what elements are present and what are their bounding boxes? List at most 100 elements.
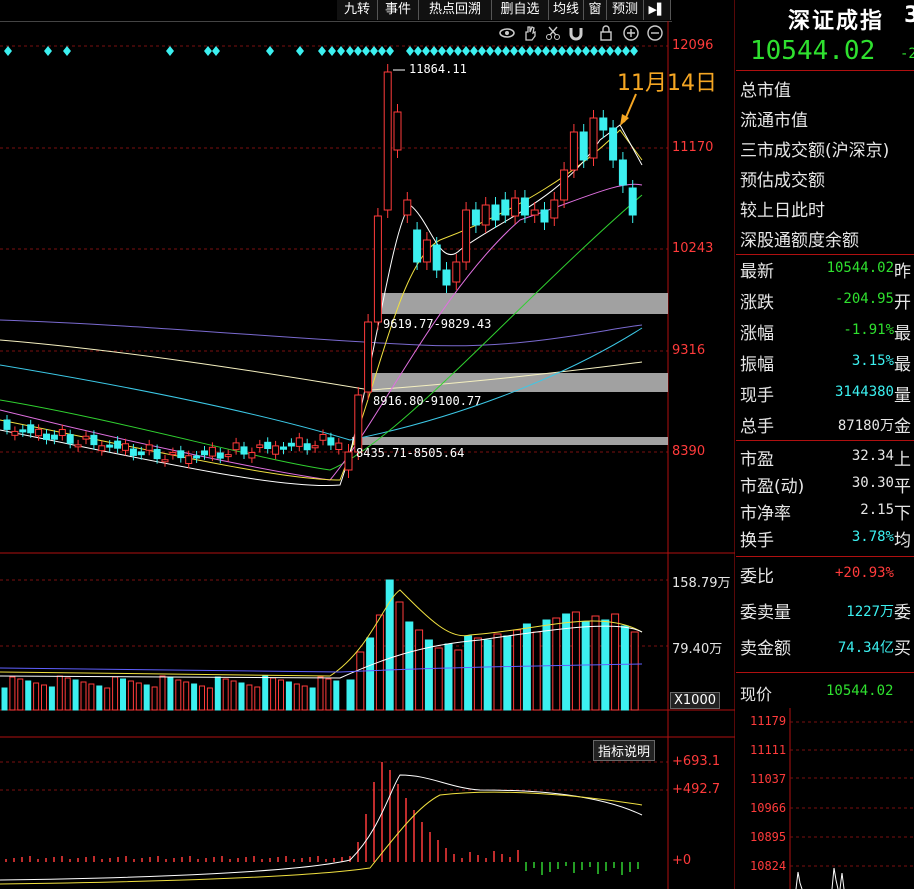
quote-row: 涨跌 -204.95 开 bbox=[740, 288, 914, 318]
valuation-value: 32.34 bbox=[851, 448, 894, 464]
volume-bar bbox=[33, 682, 40, 711]
index-change-fragment: -2 bbox=[900, 46, 914, 62]
candle-body bbox=[618, 159, 627, 186]
signal-diamond bbox=[622, 46, 630, 56]
volume-bar bbox=[175, 679, 182, 711]
candle-body bbox=[66, 434, 74, 444]
signal-diamond bbox=[550, 46, 558, 56]
signal-diamond bbox=[362, 46, 370, 56]
info-row-connect-quota: 深股通额度余额 bbox=[740, 231, 859, 251]
candle-body bbox=[432, 244, 441, 271]
macd-dif-line bbox=[0, 774, 643, 881]
volume-bar bbox=[1, 687, 8, 711]
signal-diamond bbox=[494, 46, 502, 56]
quote-tail: 最 bbox=[894, 355, 911, 375]
quote-row: 振幅 3.15% 最 bbox=[740, 350, 914, 380]
volume-bar bbox=[415, 629, 424, 711]
signal-diamond bbox=[266, 46, 274, 56]
candle-body bbox=[589, 117, 598, 159]
quote-label: 总手 bbox=[740, 417, 774, 437]
signal-diamond bbox=[478, 46, 486, 56]
signal-diamond bbox=[318, 46, 326, 56]
order-tail: 委 bbox=[894, 603, 911, 623]
signal-diamond bbox=[438, 46, 446, 56]
quote-value: 3.15% bbox=[851, 353, 894, 369]
info-row-vs-yesterday: 较上日此时 bbox=[740, 201, 825, 221]
order-tail: 买 bbox=[894, 639, 911, 659]
valuation-value: 2.15 bbox=[860, 502, 894, 518]
valuation-value: 30.30 bbox=[851, 475, 894, 491]
candle-body bbox=[579, 131, 588, 161]
signal-diamond bbox=[414, 46, 422, 56]
valuation-label: 市盈 bbox=[740, 450, 774, 470]
price-axis-label: 8390 bbox=[672, 444, 706, 459]
candle-body bbox=[599, 117, 608, 131]
current-price-label: 现价 bbox=[740, 685, 773, 704]
volume-bar bbox=[25, 680, 32, 711]
candle-body bbox=[248, 452, 256, 459]
volume-bar bbox=[434, 647, 443, 711]
volume-bar bbox=[620, 625, 629, 711]
volume-bar bbox=[424, 639, 433, 711]
volume-bar bbox=[88, 683, 95, 711]
volume-bar bbox=[222, 678, 229, 711]
volume-bar bbox=[270, 677, 277, 711]
candle-body bbox=[295, 437, 303, 447]
mini-axis-label: 11179 bbox=[750, 714, 787, 728]
candle-body bbox=[491, 204, 500, 221]
volume-bar bbox=[238, 682, 245, 711]
high-price-label: 11864.11 bbox=[409, 62, 467, 76]
candle-body bbox=[393, 111, 402, 151]
volume-bar bbox=[112, 676, 119, 711]
volume-bar bbox=[366, 637, 375, 711]
mini-axis-label: 11037 bbox=[750, 772, 787, 786]
quote-label: 涨跌 bbox=[740, 293, 774, 313]
volume-bar bbox=[454, 649, 463, 711]
volume-bar bbox=[571, 611, 580, 711]
date-annotation: 11月14日 bbox=[617, 71, 717, 96]
volume-bar bbox=[278, 679, 284, 711]
signal-diamond bbox=[630, 46, 638, 56]
volume-bar bbox=[183, 681, 190, 711]
signal-diamond bbox=[346, 46, 354, 56]
candle-body bbox=[256, 444, 264, 449]
indicator-help-button[interactable]: 指标说明 bbox=[593, 740, 656, 761]
volume-bar bbox=[120, 678, 126, 711]
volume-bar bbox=[356, 651, 365, 711]
candle-body bbox=[335, 442, 343, 451]
volume-bar bbox=[159, 675, 166, 711]
candle-body bbox=[50, 434, 58, 440]
index-title-tail: 3 bbox=[904, 3, 914, 28]
volume-bar bbox=[325, 678, 332, 711]
signal-diamond bbox=[574, 46, 582, 56]
macd-axis-label: +492.7 bbox=[672, 782, 721, 797]
volume-bar bbox=[17, 678, 24, 711]
signal-diamond bbox=[510, 46, 518, 56]
candle-body bbox=[280, 446, 287, 450]
signal-diamond bbox=[354, 46, 362, 56]
quote-label: 振幅 bbox=[740, 355, 774, 375]
volume-bar bbox=[191, 683, 198, 711]
candle-body bbox=[43, 433, 50, 440]
candle-body bbox=[3, 419, 11, 430]
signal-diamond bbox=[166, 46, 174, 56]
order-label: 委卖量 bbox=[740, 603, 791, 623]
candle-body bbox=[569, 131, 578, 171]
signal-diamond bbox=[378, 46, 386, 56]
quote-label: 现手 bbox=[740, 386, 774, 406]
signal-diamond bbox=[422, 46, 430, 56]
signal-diamond bbox=[63, 46, 71, 56]
quote-row: 总手 87180万金 bbox=[740, 412, 914, 442]
candle-body bbox=[193, 455, 201, 459]
gap-zone bbox=[352, 437, 668, 445]
candle-body bbox=[129, 448, 137, 456]
volume-bar bbox=[301, 685, 308, 711]
volume-bar bbox=[167, 677, 174, 711]
volume-bar bbox=[493, 633, 502, 711]
gap-label-2: 8916.80-9100.77 bbox=[373, 394, 482, 408]
candle-body bbox=[364, 321, 373, 393]
signal-diamond bbox=[462, 46, 470, 56]
signal-diamond bbox=[337, 46, 345, 56]
price-axis-label: 10243 bbox=[672, 241, 714, 256]
info-row-total-cap: 总市值 bbox=[740, 81, 791, 101]
